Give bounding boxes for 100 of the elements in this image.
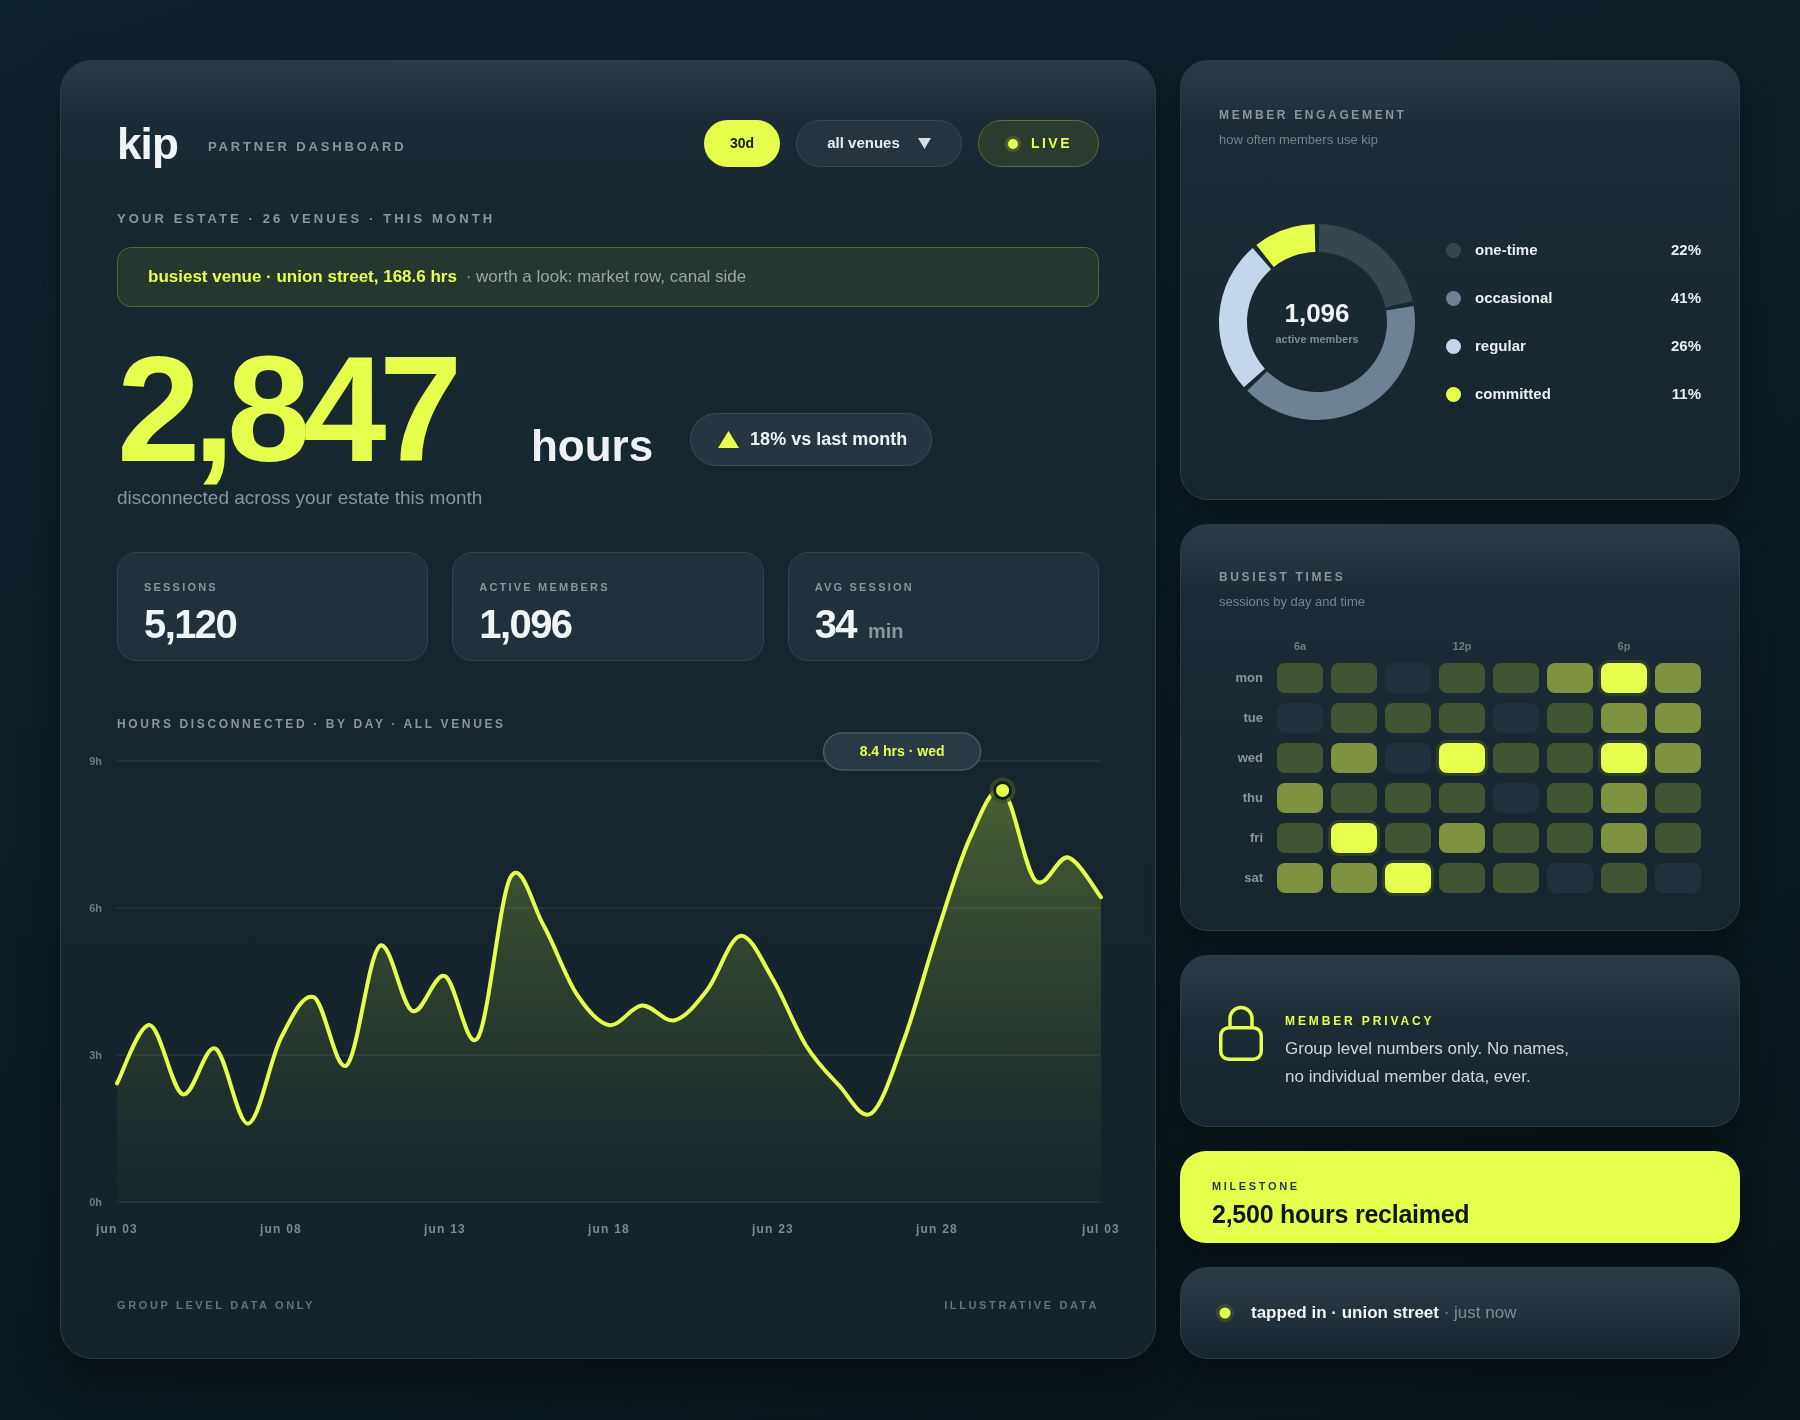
- stat-label: AVG SESSION: [814, 580, 914, 594]
- heat-cell: [1655, 783, 1701, 813]
- chart-tooltip: 8.4 hrs · wed: [822, 732, 982, 771]
- heat-cell: [1655, 663, 1701, 693]
- heat-cell: [1277, 823, 1323, 853]
- stat-unit: min: [867, 621, 904, 641]
- x-axis-label: jun 28: [916, 1222, 958, 1236]
- stat-value: 5,120: [144, 604, 237, 644]
- x-axis-label: jun 23: [752, 1222, 794, 1236]
- milestone-text: 2,500 hours reclaimed: [1212, 1200, 1470, 1228]
- column-label: 12p: [1452, 640, 1472, 652]
- heat-cell: [1331, 823, 1377, 853]
- heat-cell: [1601, 703, 1647, 733]
- activity-text: tapped in · union street · just now: [1251, 1302, 1517, 1325]
- column-label: 6p: [1617, 640, 1631, 652]
- up-triangle-icon: [718, 431, 740, 448]
- x-axis-label: jun 03: [96, 1222, 138, 1236]
- heat-cell: [1655, 703, 1701, 733]
- donut-center-value: 1,096: [1284, 298, 1350, 328]
- x-axis-label: jun 18: [588, 1222, 630, 1236]
- legend-value: 41%: [1670, 287, 1701, 308]
- legend-label: committed: [1475, 383, 1551, 404]
- heat-cell: [1277, 663, 1323, 693]
- heat-cell: [1439, 663, 1485, 693]
- heat-cell: [1331, 863, 1377, 893]
- row-label: mon: [1235, 669, 1263, 687]
- period-button[interactable]: 30d: [704, 120, 780, 167]
- lock-icon: [1219, 1004, 1263, 1061]
- heat-cell: [1385, 783, 1431, 813]
- headline-caption: disconnected across your estate this month: [117, 486, 484, 510]
- heat-cell: [1493, 823, 1539, 853]
- heat-cell: [1331, 743, 1377, 773]
- highlight-banner: busiest venue · union street, 168.6 hrs · worth a look: market row, canal side: [117, 247, 1099, 307]
- heat-cell: [1655, 743, 1701, 773]
- card-subtitle: sessions by day and time: [1219, 594, 1365, 610]
- live-dot-icon: [1004, 135, 1021, 152]
- venue-dropdown[interactable]: all venues: [796, 120, 962, 167]
- x-axis-label: jul 03: [1082, 1222, 1120, 1236]
- legend-value: 11%: [1671, 383, 1701, 404]
- column-label: 6a: [1293, 640, 1307, 652]
- stat-label: ACTIVE MEMBERS: [479, 580, 610, 594]
- heat-cell: [1385, 863, 1431, 893]
- row-label: sat: [1244, 869, 1263, 887]
- heat-cell: [1547, 783, 1593, 813]
- heat-cell: [1385, 823, 1431, 853]
- caret-icon: [917, 138, 931, 149]
- heat-cell: [1493, 743, 1539, 773]
- footer-note: ILLUSTRATIVE DATA: [944, 1298, 1099, 1312]
- heat-cell: [1439, 783, 1485, 813]
- chart-title: HOURS DISCONNECTED · BY DAY · ALL VENUES: [117, 716, 506, 732]
- heat-cell: [1331, 663, 1377, 693]
- heat-cell: [1439, 823, 1485, 853]
- legend-label: regular: [1475, 335, 1526, 356]
- heat-cell: [1601, 783, 1647, 813]
- heat-cell: [1331, 783, 1377, 813]
- heat-cell: [1601, 663, 1647, 693]
- milestone-label: MILESTONE: [1212, 1179, 1300, 1193]
- donut-center-label: active members: [1275, 332, 1359, 346]
- legend-value: 22%: [1670, 239, 1701, 260]
- legend-value: 26%: [1670, 335, 1701, 356]
- headline-unit: hours: [530, 424, 654, 468]
- heat-cell: [1277, 743, 1323, 773]
- heat-cell: [1601, 863, 1647, 893]
- row-label: thu: [1242, 789, 1263, 807]
- privacy-title: MEMBER PRIVACY: [1285, 1014, 1435, 1028]
- heat-cell: [1547, 663, 1593, 693]
- y-axis-label: 3h: [89, 1049, 102, 1061]
- live-dot-icon: [1216, 1304, 1234, 1322]
- row-label: wed: [1237, 749, 1263, 767]
- heat-cell: [1331, 703, 1377, 733]
- dashboard-subtitle: PARTNER DASHBOARD: [207, 137, 407, 156]
- row-label: tue: [1243, 709, 1263, 727]
- stat-value: 34: [814, 604, 856, 644]
- heat-cell: [1277, 783, 1323, 813]
- stat-value: 1,096: [479, 604, 572, 644]
- card-title: BUSIEST TIMES: [1219, 570, 1346, 584]
- legend-label: one-time: [1475, 239, 1538, 260]
- y-axis-label: 9h: [89, 755, 102, 767]
- heat-cell: [1277, 863, 1323, 893]
- heat-cell: [1655, 823, 1701, 853]
- heat-cell: [1547, 823, 1593, 853]
- heat-cell: [1493, 663, 1539, 693]
- x-axis-label: jun 13: [424, 1222, 466, 1236]
- x-axis-label: jun 08: [260, 1222, 302, 1236]
- row-label: fri: [1250, 829, 1263, 847]
- heat-cell: [1601, 743, 1647, 773]
- card-title: MEMBER ENGAGEMENT: [1219, 108, 1407, 122]
- app-logo: kip: [117, 121, 178, 166]
- heat-cell: [1547, 743, 1593, 773]
- heat-cell: [1385, 703, 1431, 733]
- footer-note: GROUP LEVEL DATA ONLY: [117, 1298, 316, 1312]
- headline-value: 2,847: [117, 334, 455, 484]
- privacy-text: Group level numbers only. No names, no individual member data, ever.: [1285, 1038, 1571, 1088]
- heat-cell: [1601, 823, 1647, 853]
- live-button[interactable]: LIVE: [978, 120, 1099, 167]
- estate-summary: YOUR ESTATE · 26 VENUES · THIS MONTH: [117, 211, 497, 227]
- y-axis-label: 6h: [89, 902, 102, 914]
- legend-label: occasional: [1475, 287, 1553, 308]
- peak-point-marker: [989, 777, 1016, 804]
- heat-cell: [1439, 743, 1485, 773]
